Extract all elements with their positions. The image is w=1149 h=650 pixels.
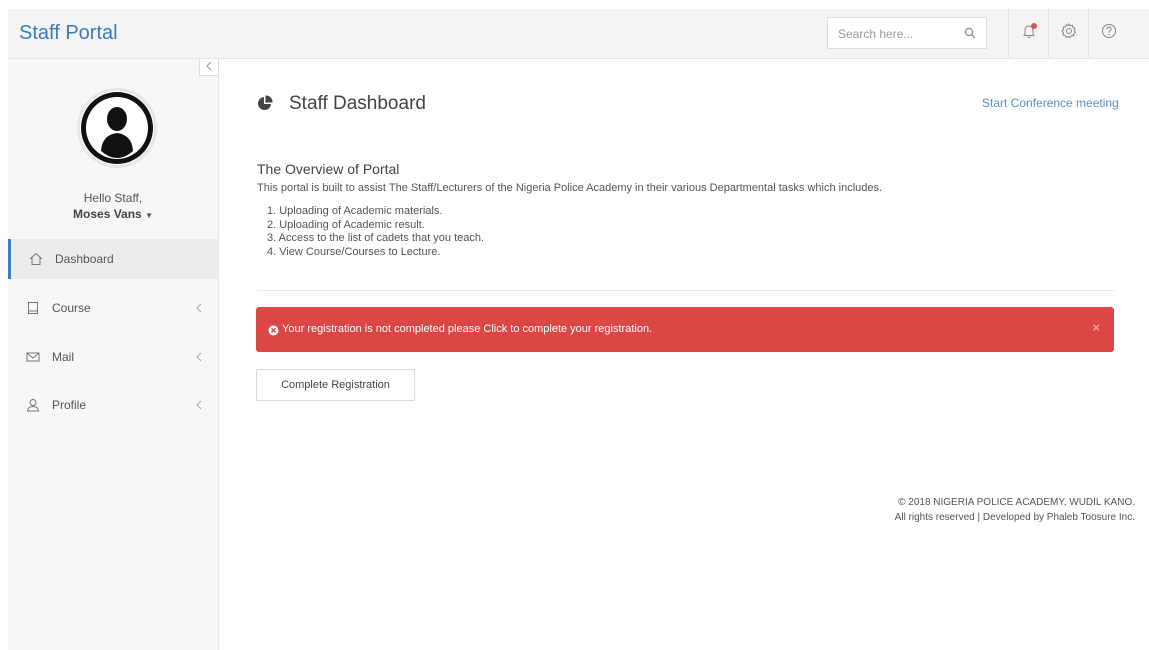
pie-chart-icon <box>257 95 273 116</box>
caret-down-icon: ▼ <box>145 211 153 220</box>
home-icon <box>29 252 43 269</box>
task-list: 1. Uploading of Academic materials. 2. U… <box>267 205 484 259</box>
help-icon <box>1101 23 1117 44</box>
registration-alert: Your registration is not completed pleas… <box>256 307 1114 352</box>
list-item: 2. Uploading of Academic result. <box>267 218 425 231</box>
notifications-button[interactable] <box>1008 9 1049 58</box>
intro-text: This portal is built to assist The Staff… <box>257 182 883 194</box>
search-icon[interactable] <box>964 26 976 44</box>
copyright-text: © 2018 NIGERIA POLICE ACADEMY, WUDIL KAN… <box>898 497 1135 508</box>
search-box[interactable] <box>827 17 987 49</box>
main-content: Staff Dashboard Start Conference meeting… <box>218 59 1149 650</box>
chevron-left-icon <box>196 399 202 413</box>
mail-icon <box>26 350 40 367</box>
notification-dot <box>1031 23 1037 29</box>
top-bar: Staff Portal <box>8 9 1149 59</box>
list-item: 4. View Course/Courses to Lecture. <box>267 245 441 258</box>
sidebar-item-mail[interactable]: Mail <box>8 337 218 377</box>
gear-icon <box>1060 22 1078 45</box>
overview-heading: The Overview of Portal <box>257 161 400 177</box>
divider <box>257 290 1114 291</box>
sidebar-item-label: Course <box>52 301 91 315</box>
chevron-left-icon <box>196 351 202 365</box>
sidebar-item-course[interactable]: Course <box>8 288 218 328</box>
search-input[interactable] <box>836 26 960 42</box>
book-icon <box>26 301 40 318</box>
user-silhouette-icon <box>81 92 153 164</box>
list-item: 3. Access to the list of cadets that you… <box>267 232 485 244</box>
start-conference-link[interactable]: Start Conference meeting <box>982 96 1119 110</box>
list-item: 1. Uploading of Academic materials. <box>267 205 443 217</box>
sidebar-item-label: Dashboard <box>55 252 114 266</box>
sidebar-item-label: Profile <box>52 398 87 412</box>
avatar[interactable] <box>77 88 157 168</box>
user-icon <box>26 398 40 415</box>
sidebar-item-label: Mail <box>52 350 75 364</box>
settings-button[interactable] <box>1048 9 1089 58</box>
user-name: Moses Vans <box>73 207 142 221</box>
sidebar: Hello Staff, Moses Vans ▼ Dashboard Cour… <box>8 59 219 650</box>
close-icon[interactable]: × <box>1092 320 1100 335</box>
error-circle-icon <box>268 323 279 341</box>
greeting-text: Hello Staff, <box>83 191 143 205</box>
alert-message[interactable]: Your registration is not completed pleas… <box>282 323 652 335</box>
page-title: Staff Dashboard <box>289 93 426 114</box>
user-menu[interactable]: Moses Vans ▼ <box>8 207 218 221</box>
sidebar-collapse-button[interactable] <box>199 59 219 76</box>
footer: © 2018 NIGERIA POLICE ACADEMY, WUDIL KAN… <box>835 495 1135 525</box>
brand-title[interactable]: Staff Portal <box>19 22 118 45</box>
credits-text: All rights reserved | Developed by Phale… <box>894 512 1135 523</box>
help-button[interactable] <box>1088 9 1129 58</box>
complete-registration-button[interactable]: Complete Registration <box>256 369 415 401</box>
app-frame: Staff Portal Search here... Hello Staff,… <box>8 9 1149 650</box>
chevron-left-icon <box>196 302 202 316</box>
sidebar-item-dashboard[interactable]: Dashboard <box>8 239 218 279</box>
chevron-left-icon <box>205 58 213 76</box>
sidebar-item-profile[interactable]: Profile <box>8 385 218 425</box>
